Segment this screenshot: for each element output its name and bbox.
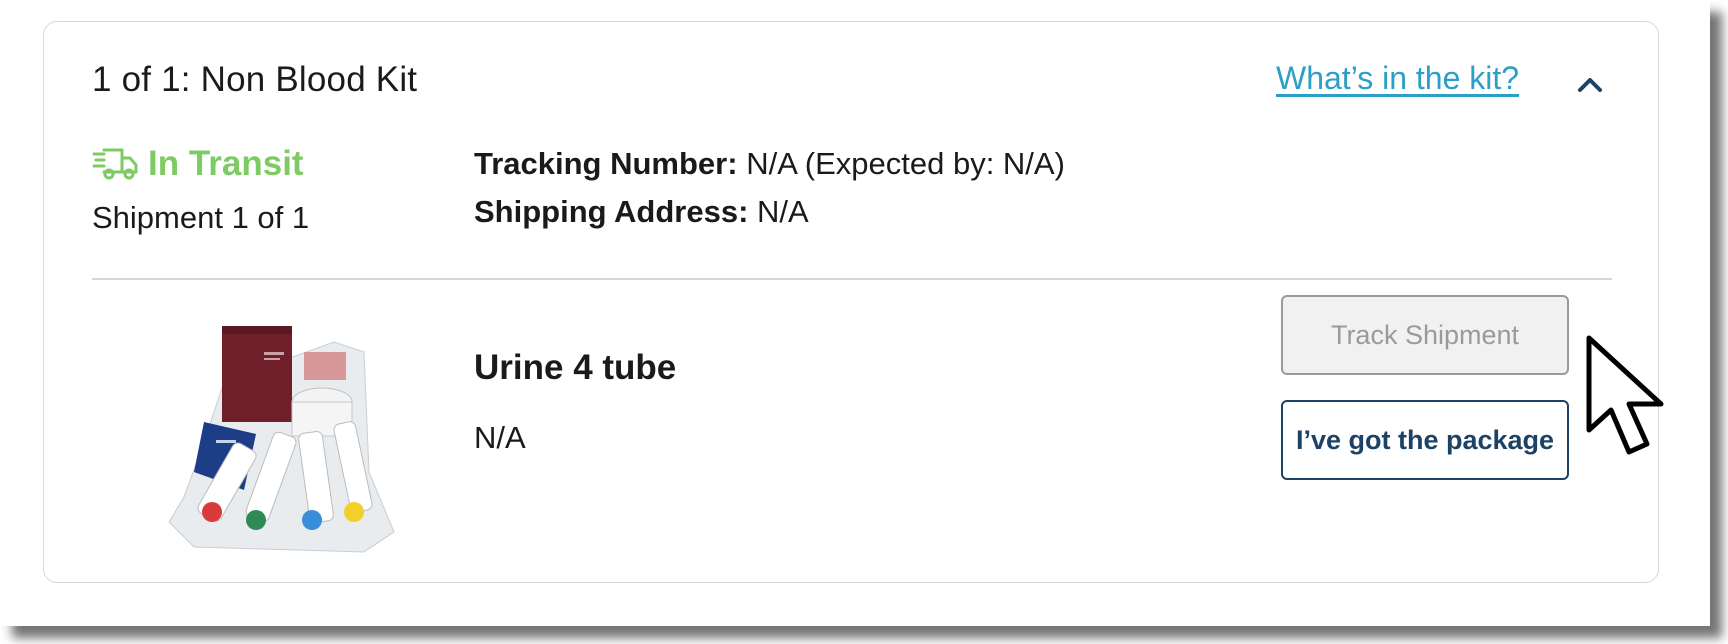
divider	[92, 278, 1612, 280]
truck-icon	[92, 148, 138, 180]
shipment-count: Shipment 1 of 1	[92, 200, 310, 235]
shipment-status: In Transit	[92, 144, 304, 184]
shipping-address-line: Shipping Address: N/A	[474, 194, 809, 230]
chevron-up-icon[interactable]	[1572, 70, 1608, 98]
kit-title: 1 of 1: Non Blood Kit	[92, 60, 418, 99]
shipping-address-value: N/A	[757, 194, 809, 229]
product-name: Urine 4 tube	[474, 348, 677, 387]
tracking-number-line: Tracking Number: N/A (Expected by: N/A)	[474, 146, 1065, 182]
got-package-button[interactable]: I’ve got the package	[1281, 400, 1569, 480]
status-label: In Transit	[148, 144, 304, 183]
tracking-number-value: N/A (Expected by: N/A)	[746, 146, 1065, 181]
product-image	[168, 326, 395, 553]
track-shipment-button[interactable]: Track Shipment	[1281, 295, 1569, 375]
screenshot-frame: 1 of 1: Non Blood Kit What’s in the kit?…	[0, 0, 1710, 626]
tracking-number-label: Tracking Number:	[474, 146, 738, 181]
product-detail: N/A	[474, 420, 526, 455]
shipping-address-label: Shipping Address:	[474, 194, 749, 229]
whats-in-kit-link[interactable]: What’s in the kit?	[1276, 60, 1519, 97]
